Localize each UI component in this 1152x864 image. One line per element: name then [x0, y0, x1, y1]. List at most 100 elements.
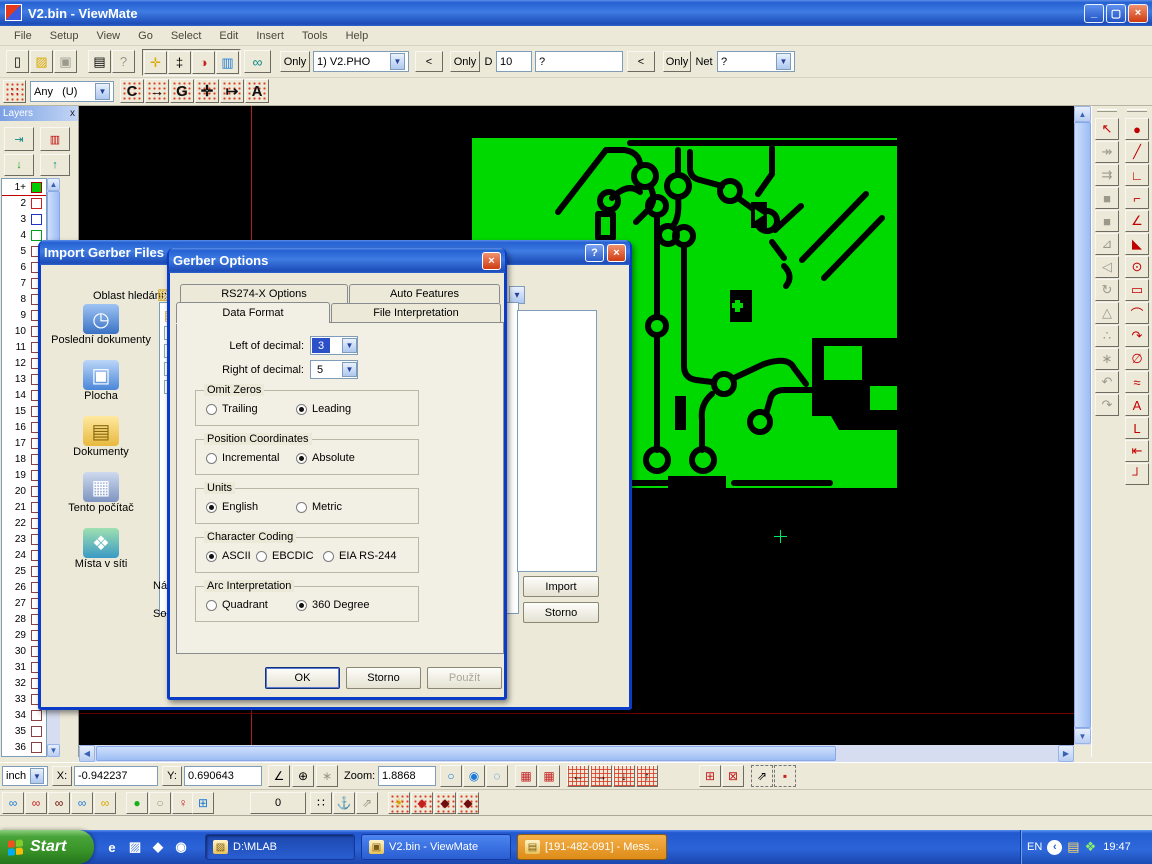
- radio-eia-rs244[interactable]: [323, 551, 334, 562]
- context-help-icon[interactable]: ?: [112, 50, 135, 73]
- probe-icon[interactable]: ♀: [172, 792, 194, 814]
- left-of-decimal-combo[interactable]: 3 ▼: [310, 336, 358, 355]
- label-tool-icon[interactable]: L: [1125, 417, 1149, 439]
- text-tool-icon[interactable]: A: [1125, 394, 1149, 416]
- radio-ascii[interactable]: [206, 551, 217, 562]
- view-all-icon[interactable]: ∞: [94, 792, 116, 814]
- start-button[interactable]: Start: [0, 830, 94, 864]
- qip-tray-icon[interactable]: ❖: [1085, 839, 1097, 855]
- snap-grid-icon[interactable]: ∷: [310, 792, 332, 814]
- pad-select-icon[interactable]: ◆: [457, 792, 479, 814]
- tab-rs274x-options[interactable]: RS274-X Options: [180, 284, 348, 303]
- menu-item[interactable]: View: [88, 28, 128, 44]
- locate-tool-icon[interactable]: ✛: [144, 51, 167, 74]
- scroll-up-icon[interactable]: ▲: [1074, 106, 1091, 122]
- fill-polygon-icon[interactable]: ■: [1095, 187, 1119, 209]
- pan-down-icon[interactable]: ↓: [613, 765, 635, 787]
- x-coordinate-label[interactable]: X:: [52, 766, 72, 786]
- tray-chevron-icon[interactable]: ‹: [1047, 840, 1062, 855]
- rotate-icon[interactable]: ↻: [1095, 279, 1119, 301]
- layer-row[interactable]: 35: [2, 723, 46, 739]
- ellipse-tool-icon[interactable]: ∅: [1125, 348, 1149, 370]
- radio-leading[interactable]: [296, 404, 307, 415]
- circle-tool-icon[interactable]: ⊙: [1125, 256, 1149, 278]
- zoom-out-grid-icon[interactable]: ⊞: [699, 765, 721, 787]
- fill-rect-icon[interactable]: ■: [1095, 210, 1119, 232]
- layer-row[interactable]: 3: [2, 211, 46, 227]
- dcode-info-field[interactable]: ?: [535, 51, 623, 72]
- layer-row[interactable]: 36: [2, 739, 46, 755]
- y-coordinate-label[interactable]: Y:: [162, 766, 182, 786]
- select-tool-icon[interactable]: ↖: [1095, 118, 1119, 140]
- help-button[interactable]: ?: [585, 244, 604, 262]
- radio-absolute[interactable]: [296, 453, 307, 464]
- ie-icon[interactable]: e: [102, 837, 122, 857]
- layer-color-swatch[interactable]: [31, 726, 42, 737]
- corner-tool-icon[interactable]: ┘: [1125, 463, 1149, 485]
- curve-tool-icon[interactable]: ⌒: [1125, 302, 1149, 324]
- zoom-dcode-icon[interactable]: ◉: [463, 765, 485, 787]
- dcode-input[interactable]: 10: [496, 51, 532, 72]
- transform-move-icon[interactable]: ↠: [1095, 141, 1119, 163]
- goto-ref-icon[interactable]: ↦: [220, 79, 244, 103]
- polyline-tool-icon[interactable]: ∟: [1125, 164, 1149, 186]
- radio-quadrant[interactable]: [206, 600, 217, 611]
- arc-tool-icon[interactable]: ↷: [1125, 325, 1149, 347]
- layer-color-swatch[interactable]: [31, 214, 42, 225]
- minimize-button[interactable]: _: [1084, 4, 1104, 23]
- layer-row[interactable]: 1+: [2, 179, 46, 195]
- only-net-button[interactable]: Only: [663, 51, 691, 72]
- scroll-down-icon[interactable]: ▼: [47, 744, 60, 757]
- folder-launch-icon[interactable]: ▨: [125, 837, 145, 857]
- taskbar-task[interactable]: ▨ D:\MLAB: [205, 834, 355, 860]
- layer-up-button[interactable]: ↑: [40, 154, 70, 176]
- filter-combo[interactable]: Any (U) ▼: [30, 81, 114, 102]
- pad-tool-icon[interactable]: ●: [1125, 118, 1149, 140]
- zoom-tool-icon[interactable]: ○: [440, 765, 462, 787]
- pan-up-icon[interactable]: ↑: [636, 765, 658, 787]
- scroll-up-icon[interactable]: ▲: [47, 178, 60, 191]
- layer-row[interactable]: 2: [2, 195, 46, 211]
- firefox-icon[interactable]: ◉: [171, 837, 191, 857]
- new-file-icon[interactable]: ▯: [6, 50, 29, 73]
- scroll-left-icon[interactable]: ◀: [79, 745, 95, 762]
- places-bar-item[interactable]: ▤ Dokumenty: [49, 416, 153, 458]
- mirror-horizontal-icon[interactable]: ◁: [1095, 256, 1119, 278]
- clock[interactable]: 19:47: [1103, 841, 1131, 853]
- chevron-down-icon[interactable]: ▼: [776, 53, 791, 70]
- menu-item[interactable]: File: [6, 28, 40, 44]
- film-colors-icon[interactable]: ▥: [216, 51, 239, 74]
- prev-layer-button[interactable]: <: [415, 51, 443, 72]
- view-glasses-icon[interactable]: ∞: [244, 50, 271, 73]
- goto-next-icon[interactable]: →: [145, 79, 169, 103]
- menu-item[interactable]: Go: [130, 28, 161, 44]
- text-a-icon[interactable]: A: [245, 79, 269, 103]
- layer-row[interactable]: 4: [2, 227, 46, 243]
- layer-swap-button[interactable]: ⇥: [4, 127, 34, 151]
- cancel-button[interactable]: Storno: [346, 667, 421, 689]
- places-bar-item[interactable]: ◷ Poslední dokumenty: [49, 304, 153, 346]
- menu-item[interactable]: Tools: [294, 28, 336, 44]
- chevron-down-icon[interactable]: ▼: [95, 83, 110, 100]
- import-button[interactable]: Import: [523, 576, 599, 597]
- split-view-icon[interactable]: ⊞: [192, 792, 214, 814]
- measure-icon[interactable]: ⇗: [751, 765, 773, 787]
- mirror-vertical-icon[interactable]: ⊿: [1095, 233, 1119, 255]
- radio-incremental[interactable]: [206, 453, 217, 464]
- language-indicator[interactable]: EN: [1027, 841, 1042, 853]
- view-traces-icon[interactable]: ∞: [25, 792, 47, 814]
- view-shapes-icon[interactable]: ∞: [48, 792, 70, 814]
- only-dcode-button[interactable]: Only: [450, 51, 480, 72]
- prev-dcode-button[interactable]: <: [627, 51, 655, 72]
- maximize-button[interactable]: ▢: [1106, 4, 1126, 23]
- highlight-off-icon[interactable]: ○: [149, 792, 171, 814]
- canvas-hscrollbar[interactable]: ◀ ▶: [79, 745, 1074, 762]
- rect-path-tool-icon[interactable]: ⌐: [1125, 187, 1149, 209]
- zoom-select-icon[interactable]: ◌: [486, 765, 508, 787]
- tab-file-interpretation[interactable]: File Interpretation: [331, 303, 501, 322]
- component-g-icon[interactable]: G: [170, 79, 194, 103]
- zoom-value-input[interactable]: 1.8868: [378, 766, 436, 786]
- tab-auto-features[interactable]: Auto Features: [349, 284, 500, 303]
- film-c-icon[interactable]: ◑: [192, 51, 215, 74]
- line-tool-icon[interactable]: ╱: [1125, 141, 1149, 163]
